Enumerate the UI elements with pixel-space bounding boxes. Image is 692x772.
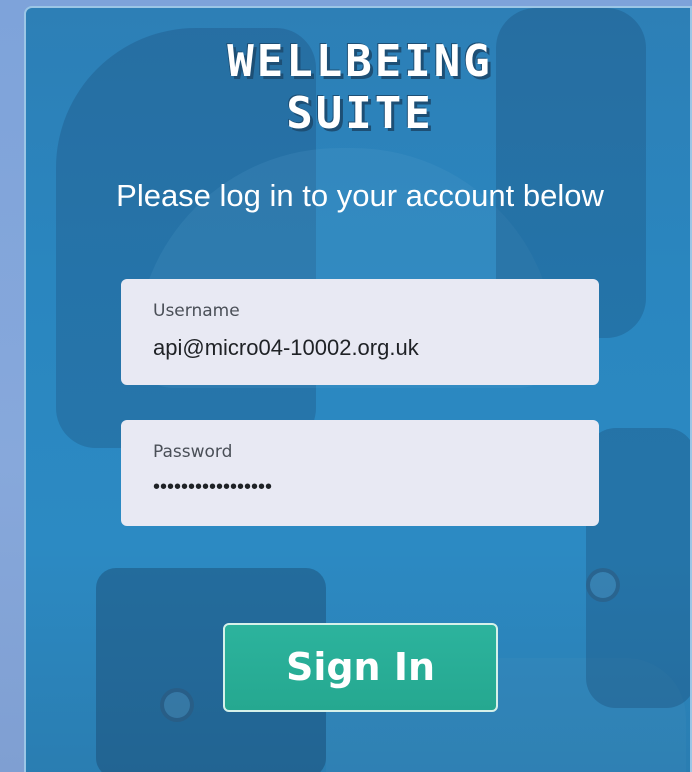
background-image-shape — [586, 428, 690, 708]
sign-in-button[interactable]: Sign In — [223, 623, 498, 712]
password-input[interactable]: ••••••••••••••••• — [153, 472, 573, 502]
login-page: WELLBEING SUITE Please log in to your ac… — [0, 0, 692, 772]
app-logo: WELLBEING SUITE — [26, 36, 690, 140]
background-bolt-shape — [586, 568, 620, 602]
username-field[interactable]: Username api@micro04-10002.org.uk — [121, 279, 599, 385]
password-label: Password — [153, 442, 233, 462]
login-panel: WELLBEING SUITE Please log in to your ac… — [24, 6, 692, 772]
username-label: Username — [153, 301, 240, 321]
login-subtitle: Please log in to your account below — [116, 178, 604, 213]
username-input[interactable]: api@micro04-10002.org.uk — [153, 333, 573, 363]
logo-line-2: SUITE — [286, 88, 434, 139]
logo-line-1: WELLBEING — [227, 36, 493, 87]
password-field[interactable]: Password ••••••••••••••••• — [121, 420, 599, 526]
background-bolt-shape — [160, 688, 194, 722]
